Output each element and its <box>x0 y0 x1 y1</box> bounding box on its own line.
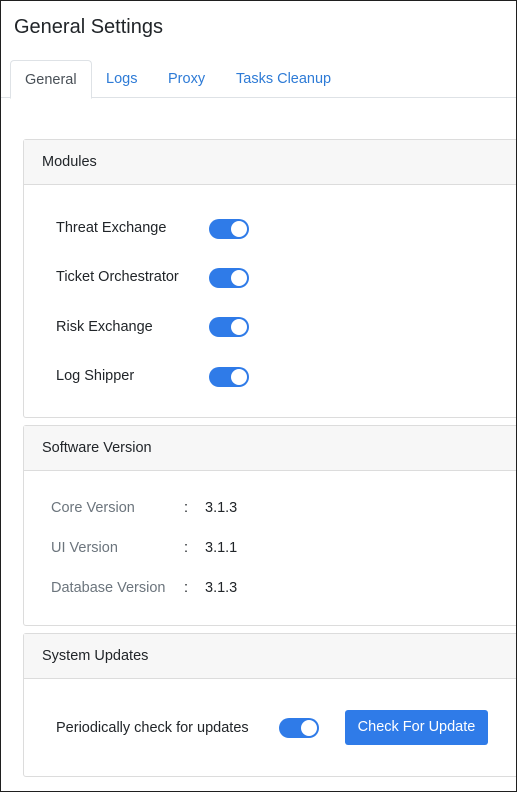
system-updates-card-header: System Updates <box>24 634 516 679</box>
separator: : <box>184 500 189 516</box>
system-updates-card: System Updates Periodically check for up… <box>23 633 516 777</box>
module-row-log-shipper: Log Shipper <box>56 364 209 388</box>
tab-logs[interactable]: Logs <box>92 60 151 98</box>
toggle-knob <box>231 369 247 385</box>
module-row-ticket-orchestrator: Ticket Orchestrator <box>56 265 209 289</box>
toggle-knob <box>231 270 247 286</box>
threat-exchange-toggle[interactable] <box>209 219 249 239</box>
core-version-value: 3.1.3 <box>205 500 238 516</box>
database-version-label: Database Version <box>51 580 166 596</box>
separator: : <box>184 540 189 556</box>
settings-window: General Settings General Logs Proxy Task… <box>0 0 517 792</box>
modules-card-header: Modules <box>24 140 516 185</box>
risk-exchange-toggle[interactable] <box>209 317 249 337</box>
periodic-check-label: Periodically check for updates <box>56 720 249 736</box>
periodic-check-toggle[interactable] <box>279 718 319 738</box>
module-label: Log Shipper <box>56 368 135 384</box>
log-shipper-toggle[interactable] <box>209 367 249 387</box>
software-version-card: Software Version Core Version : 3.1.3 UI… <box>23 425 516 626</box>
core-version-label: Core Version <box>51 500 135 516</box>
ui-version-label: UI Version <box>51 540 118 556</box>
software-version-card-header: Software Version <box>24 426 516 471</box>
ticket-orchestrator-toggle[interactable] <box>209 268 249 288</box>
database-version-value: 3.1.3 <box>205 580 238 596</box>
module-label: Ticket Orchestrator <box>56 269 179 285</box>
tab-tasks-cleanup[interactable]: Tasks Cleanup <box>222 60 345 98</box>
tab-content-general: Modules Threat Exchange Ticket Orchestra… <box>1 98 516 791</box>
module-label: Threat Exchange <box>56 220 167 236</box>
module-row-risk-exchange: Risk Exchange <box>56 315 209 339</box>
modules-card: Modules Threat Exchange Ticket Orchestra… <box>23 139 516 418</box>
tab-proxy[interactable]: Proxy <box>154 60 219 98</box>
check-for-update-button[interactable]: Check For Update <box>345 710 488 745</box>
page-title: General Settings <box>14 16 163 38</box>
toggle-knob <box>301 720 317 736</box>
toggle-knob <box>231 221 247 237</box>
separator: : <box>184 580 189 596</box>
toggle-knob <box>231 319 247 335</box>
module-row-threat-exchange: Threat Exchange <box>56 216 209 240</box>
ui-version-value: 3.1.1 <box>205 540 238 556</box>
tab-general[interactable]: General <box>10 60 92 99</box>
settings-tabs: General Logs Proxy Tasks Cleanup <box>1 60 516 99</box>
module-label: Risk Exchange <box>56 319 153 335</box>
